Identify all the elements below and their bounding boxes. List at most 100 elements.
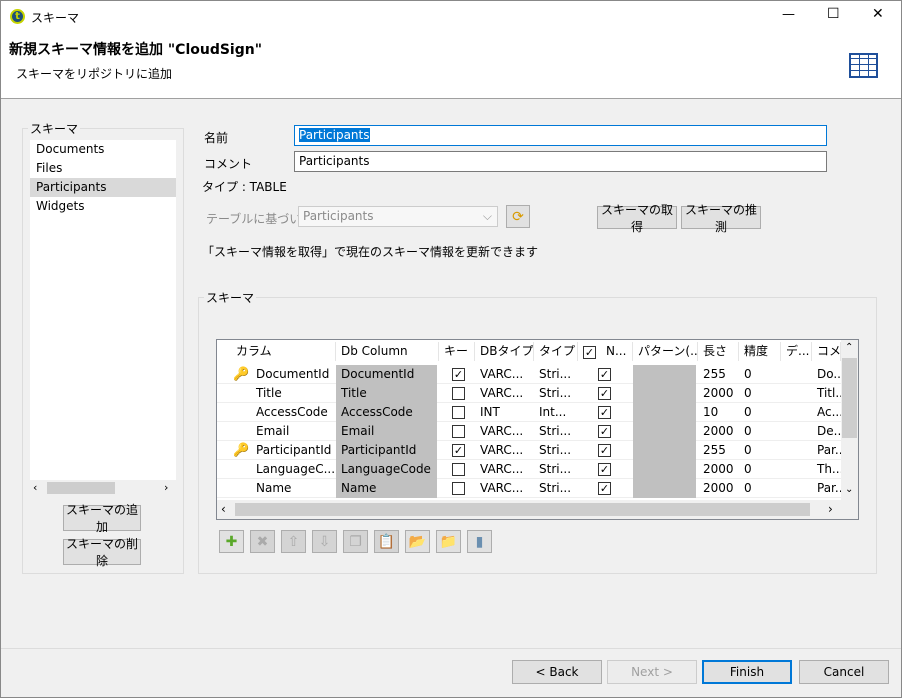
cell-pattern[interactable] [633, 384, 696, 403]
cell-db-type[interactable]: VARC... [475, 384, 534, 403]
cell-comment[interactable]: Th... [812, 460, 841, 479]
add-icon[interactable]: ✚ [219, 530, 244, 553]
cancel-button[interactable]: Cancel [799, 660, 889, 684]
cell-column[interactable]: Email [251, 422, 336, 441]
cell-precision[interactable]: 0 [739, 365, 781, 384]
key-checkbox[interactable] [452, 425, 465, 438]
column-header[interactable]: 長さ [698, 342, 739, 361]
nullable-checkbox[interactable]: ✓ [598, 482, 611, 495]
schema-list[interactable]: Documents Files Participants Widgets [30, 140, 176, 480]
cell-column[interactable]: DocumentId [251, 365, 336, 384]
nullable-all-checkbox[interactable]: ✓ [583, 346, 596, 359]
cell-column[interactable]: Title [251, 384, 336, 403]
cell-precision[interactable]: 0 [739, 479, 781, 498]
cell-db-column[interactable]: LanguageCode [336, 460, 437, 479]
comment-input[interactable]: Participants [294, 151, 827, 172]
copy-icon[interactable]: ❐ [343, 530, 368, 553]
add-schema-button[interactable]: スキーマの追加 [63, 503, 141, 534]
cell-comment[interactable]: Par... [812, 441, 841, 460]
import-icon[interactable]: 📂 [405, 530, 430, 553]
cell-pattern[interactable] [633, 403, 696, 422]
column-header[interactable]: Db Column [336, 342, 439, 361]
get-schema-button[interactable]: スキーマの取得 [597, 203, 677, 234]
cell-db-column[interactable]: ParticipantId [336, 441, 437, 460]
cell-precision[interactable]: 0 [739, 403, 781, 422]
back-button[interactable]: < Back [512, 660, 602, 684]
cell-pattern[interactable] [633, 460, 696, 479]
cell-column[interactable]: ParticipantId [251, 441, 336, 460]
close-button[interactable]: ✕ [872, 6, 884, 22]
nullable-checkbox[interactable]: ✓ [598, 387, 611, 400]
column-header[interactable]: デ... [781, 342, 812, 361]
cell-db-column[interactable]: AccessCode [336, 403, 437, 422]
key-checkbox[interactable] [452, 387, 465, 400]
cell-db-type[interactable]: VARC... [475, 460, 534, 479]
cell-pattern[interactable] [633, 441, 696, 460]
nullable-checkbox[interactable]: ✓ [598, 425, 611, 438]
cell-precision[interactable]: 0 [739, 441, 781, 460]
cell-db-column[interactable]: Title [336, 384, 437, 403]
nullable-checkbox[interactable]: ✓ [598, 406, 611, 419]
column-header[interactable]: 精度 [739, 342, 781, 361]
delete-schema-button[interactable]: スキーマの削除 [63, 537, 141, 568]
key-checkbox[interactable] [452, 406, 465, 419]
cell-comment[interactable]: De... [812, 422, 841, 441]
cell-length[interactable]: 2000 [698, 460, 739, 479]
column-header[interactable]: タイプ [534, 342, 578, 361]
cell-precision[interactable]: 0 [739, 384, 781, 403]
cell-db-type[interactable]: INT [475, 403, 534, 422]
cell-db-type[interactable]: VARC... [475, 422, 534, 441]
refresh-icon[interactable]: ⟳ [506, 205, 530, 228]
cell-type[interactable]: Stri... [534, 384, 578, 403]
column-header[interactable]: コメ... [812, 342, 841, 361]
finish-button[interactable]: Finish [702, 660, 792, 684]
cell-pattern[interactable] [633, 479, 696, 498]
column-header[interactable]: カラム [231, 342, 336, 361]
cell-db-type[interactable]: VARC... [475, 365, 534, 384]
cell-column[interactable]: Name [251, 479, 336, 498]
schema-table[interactable]: カラム Db Column キー DBタイプ タイプ N... パターン(... 長さ 精度 デ.… [216, 339, 859, 520]
maximize-button[interactable]: ☐ [827, 6, 840, 22]
cell-precision[interactable]: 0 [739, 422, 781, 441]
list-item-documents[interactable]: Documents [30, 140, 176, 159]
cell-pattern[interactable] [633, 365, 696, 384]
cell-pattern[interactable] [633, 422, 696, 441]
cell-comment[interactable]: Titl... [812, 384, 841, 403]
database-icon[interactable]: ▮ [467, 530, 492, 553]
cell-length[interactable]: 255 [698, 441, 739, 460]
cell-column[interactable]: AccessCode [251, 403, 336, 422]
cell-type[interactable]: Stri... [534, 479, 578, 498]
cell-type[interactable]: Stri... [534, 441, 578, 460]
cell-length[interactable]: 2000 [698, 479, 739, 498]
move-up-icon[interactable]: ⇧ [281, 530, 306, 553]
next-button[interactable]: Next > [607, 660, 697, 684]
column-header[interactable]: キー [439, 342, 475, 361]
cell-length[interactable]: 10 [698, 403, 739, 422]
list-item-files[interactable]: Files [30, 159, 176, 178]
key-checkbox[interactable]: ✓ [452, 444, 465, 457]
key-checkbox[interactable] [452, 463, 465, 476]
cell-column[interactable]: LanguageC... [251, 460, 336, 479]
cell-length[interactable]: 2000 [698, 422, 739, 441]
column-header[interactable]: パターン(... [633, 342, 698, 361]
cell-db-column[interactable]: Email [336, 422, 437, 441]
nullable-checkbox[interactable]: ✓ [598, 463, 611, 476]
paste-icon[interactable]: 📋 [374, 530, 399, 553]
cell-length[interactable]: 2000 [698, 384, 739, 403]
key-checkbox[interactable] [452, 482, 465, 495]
nullable-checkbox[interactable]: ✓ [598, 368, 611, 381]
delete-icon[interactable]: ✖ [250, 530, 275, 553]
cell-db-column[interactable]: DocumentId [336, 365, 437, 384]
cell-type[interactable]: Int... [534, 403, 578, 422]
list-item-widgets[interactable]: Widgets [30, 197, 176, 216]
cell-db-column[interactable]: Name [336, 479, 437, 498]
cell-type[interactable]: Stri... [534, 460, 578, 479]
cell-comment[interactable]: Ac... [812, 403, 841, 422]
column-header[interactable]: DBタイプ [475, 342, 534, 361]
cell-type[interactable]: Stri... [534, 365, 578, 384]
based-on-select[interactable]: Participants ⌵ [298, 206, 498, 227]
cell-comment[interactable]: Do... [812, 365, 841, 384]
table-h-scrollbar[interactable]: ‹ › [217, 500, 858, 519]
name-input[interactable]: Participants [294, 125, 827, 146]
cell-db-type[interactable]: VARC... [475, 479, 534, 498]
